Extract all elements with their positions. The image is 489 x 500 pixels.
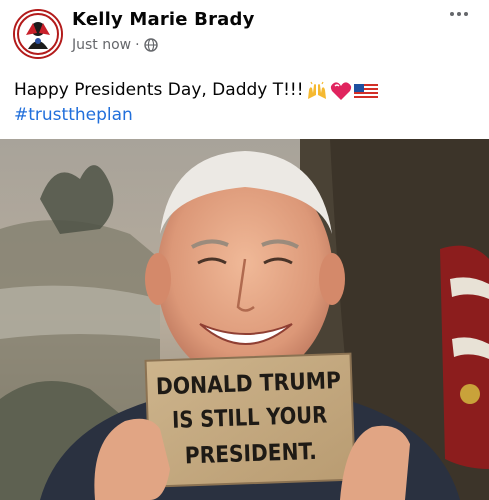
avatar[interactable] bbox=[13, 9, 63, 59]
heart-emoji bbox=[330, 81, 351, 100]
protest-sign: DONALD TRUMP IS STILL YOUR PRESIDENT. bbox=[144, 352, 356, 488]
post-meta: Just now · bbox=[72, 37, 158, 53]
timestamp[interactable]: Just now bbox=[72, 37, 131, 53]
author-name[interactable]: Kelly Marie Brady bbox=[72, 9, 255, 30]
post-text: Happy Presidents Day, Daddy T!!! #trustt… bbox=[14, 78, 378, 128]
sign-line-3: PRESIDENT. bbox=[184, 439, 317, 470]
us-flag-emoji bbox=[353, 83, 378, 99]
post-header: Kelly Marie Brady Just now · bbox=[0, 0, 489, 66]
globe-icon bbox=[143, 38, 158, 52]
sign-line-2: IS STILL YOUR bbox=[172, 402, 328, 433]
post-message: Happy Presidents Day, Daddy T!!! bbox=[14, 80, 304, 100]
photo-image: DONALD TRUMP IS STILL YOUR PRESIDENT. bbox=[0, 139, 489, 500]
avatar-image bbox=[15, 11, 61, 57]
post-text-line: Happy Presidents Day, Daddy T!!! bbox=[14, 78, 378, 103]
post-text-line: #trusttheplan bbox=[14, 103, 378, 128]
more-options-icon[interactable] bbox=[446, 6, 472, 22]
post-photo[interactable]: DONALD TRUMP IS STILL YOUR PRESIDENT. bbox=[0, 139, 489, 500]
meta-separator: · bbox=[135, 37, 140, 53]
raising-hands-emoji bbox=[307, 81, 326, 99]
hashtag-link[interactable]: #trusttheplan bbox=[14, 103, 133, 128]
emoji-group bbox=[306, 81, 378, 101]
